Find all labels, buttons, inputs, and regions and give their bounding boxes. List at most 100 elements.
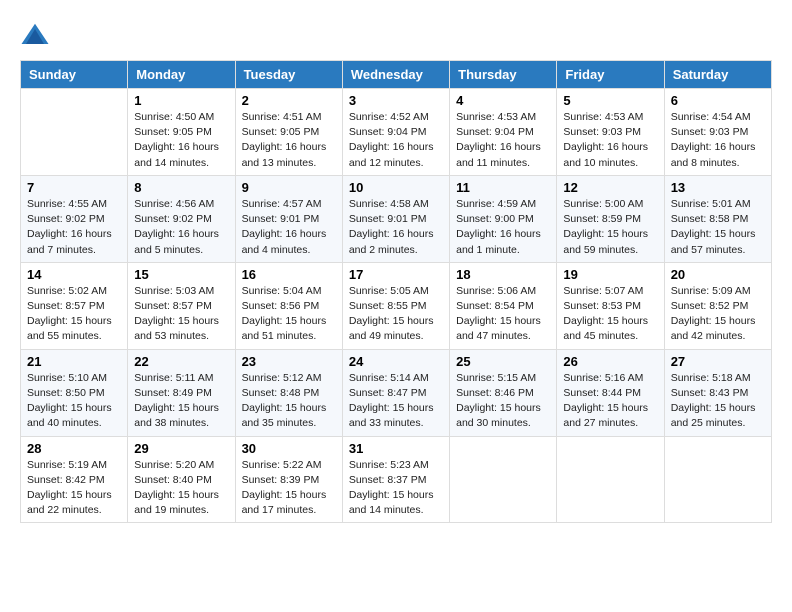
day-info: Sunrise: 5:16 AMSunset: 8:44 PMDaylight:… (563, 371, 657, 432)
day-number: 21 (27, 354, 121, 369)
day-info: Sunrise: 4:52 AMSunset: 9:04 PMDaylight:… (349, 110, 443, 171)
day-number: 1 (134, 93, 228, 108)
day-info: Sunrise: 4:56 AMSunset: 9:02 PMDaylight:… (134, 197, 228, 258)
day-info: Sunrise: 5:01 AMSunset: 8:58 PMDaylight:… (671, 197, 765, 258)
page-header (20, 20, 772, 50)
day-number: 25 (456, 354, 550, 369)
day-number: 15 (134, 267, 228, 282)
empty-cell (557, 436, 664, 523)
calendar-day-cell: 14 Sunrise: 5:02 AMSunset: 8:57 PMDayligh… (21, 262, 128, 349)
logo (20, 20, 54, 50)
day-info: Sunrise: 5:09 AMSunset: 8:52 PMDaylight:… (671, 284, 765, 345)
calendar-day-cell: 30Sunrise: 5:22 AMSunset: 8:39 PMDayligh… (235, 436, 342, 523)
day-number: 24 (349, 354, 443, 369)
day-number: 9 (242, 180, 336, 195)
calendar-day-cell: 23 Sunrise: 5:12 AMSunset: 8:48 PMDayligh… (235, 349, 342, 436)
calendar-day-cell: 13 Sunrise: 5:01 AMSunset: 8:58 PMDayligh… (664, 175, 771, 262)
day-info: Sunrise: 5:07 AMSunset: 8:53 PMDaylight:… (563, 284, 657, 345)
calendar-header-row: SundayMondayTuesdayWednesdayThursdayFrid… (21, 61, 772, 89)
calendar-day-cell: 22Sunrise: 5:11 AMSunset: 8:49 PMDayligh… (128, 349, 235, 436)
day-info: Sunrise: 5:03 AMSunset: 8:57 PMDaylight:… (134, 284, 228, 345)
day-info: Sunrise: 4:51 AMSunset: 9:05 PMDaylight:… (242, 110, 336, 171)
day-info: Sunrise: 5:05 AMSunset: 8:55 PMDaylight:… (349, 284, 443, 345)
day-number: 11 (456, 180, 550, 195)
column-header-saturday: Saturday (664, 61, 771, 89)
day-info: Sunrise: 4:58 AMSunset: 9:01 PMDaylight:… (349, 197, 443, 258)
day-info: Sunrise: 5:18 AMSunset: 8:43 PMDaylight:… (671, 371, 765, 432)
day-info: Sunrise: 5:20 AMSunset: 8:40 PMDaylight:… (134, 458, 228, 519)
day-info: Sunrise: 5:14 AMSunset: 8:47 PMDaylight:… (349, 371, 443, 432)
column-header-thursday: Thursday (450, 61, 557, 89)
column-header-tuesday: Tuesday (235, 61, 342, 89)
day-info: Sunrise: 4:57 AMSunset: 9:01 PMDaylight:… (242, 197, 336, 258)
calendar-day-cell: 28Sunrise: 5:19 AMSunset: 8:42 PMDayligh… (21, 436, 128, 523)
column-header-wednesday: Wednesday (342, 61, 449, 89)
calendar-day-cell: 9 Sunrise: 4:57 AMSunset: 9:01 PMDaylight… (235, 175, 342, 262)
calendar-day-cell: 24 Sunrise: 5:14 AMSunset: 8:47 PMDayligh… (342, 349, 449, 436)
empty-cell (21, 89, 128, 176)
calendar-week-row: 14 Sunrise: 5:02 AMSunset: 8:57 PMDayligh… (21, 262, 772, 349)
calendar-day-cell: 25 Sunrise: 5:15 AMSunset: 8:46 PMDayligh… (450, 349, 557, 436)
day-number: 14 (27, 267, 121, 282)
calendar-day-cell: 19 Sunrise: 5:07 AMSunset: 8:53 PMDayligh… (557, 262, 664, 349)
day-number: 12 (563, 180, 657, 195)
calendar-day-cell: 12 Sunrise: 5:00 AMSunset: 8:59 PMDayligh… (557, 175, 664, 262)
day-number: 2 (242, 93, 336, 108)
day-info: Sunrise: 5:15 AMSunset: 8:46 PMDaylight:… (456, 371, 550, 432)
day-number: 8 (134, 180, 228, 195)
calendar-day-cell: 3Sunrise: 4:52 AMSunset: 9:04 PMDaylight… (342, 89, 449, 176)
calendar-week-row: 7 Sunrise: 4:55 AMSunset: 9:02 PMDaylight… (21, 175, 772, 262)
day-info: Sunrise: 5:00 AMSunset: 8:59 PMDaylight:… (563, 197, 657, 258)
calendar-day-cell: 17 Sunrise: 5:05 AMSunset: 8:55 PMDayligh… (342, 262, 449, 349)
column-header-monday: Monday (128, 61, 235, 89)
day-number: 5 (563, 93, 657, 108)
day-number: 4 (456, 93, 550, 108)
day-info: Sunrise: 4:53 AMSunset: 9:03 PMDaylight:… (563, 110, 657, 171)
day-number: 22 (134, 354, 228, 369)
calendar-day-cell: 26 Sunrise: 5:16 AMSunset: 8:44 PMDayligh… (557, 349, 664, 436)
empty-cell (664, 436, 771, 523)
day-info: Sunrise: 4:50 AMSunset: 9:05 PMDaylight:… (134, 110, 228, 171)
calendar-day-cell: 1 Sunrise: 4:50 AMSunset: 9:05 PMDaylight… (128, 89, 235, 176)
calendar-day-cell: 4Sunrise: 4:53 AMSunset: 9:04 PMDaylight… (450, 89, 557, 176)
calendar-day-cell: 18 Sunrise: 5:06 AMSunset: 8:54 PMDayligh… (450, 262, 557, 349)
calendar-week-row: 21 Sunrise: 5:10 AMSunset: 8:50 PMDayligh… (21, 349, 772, 436)
day-number: 31 (349, 441, 443, 456)
calendar-day-cell: 16Sunrise: 5:04 AMSunset: 8:56 PMDayligh… (235, 262, 342, 349)
calendar-day-cell: 2 Sunrise: 4:51 AMSunset: 9:05 PMDaylight… (235, 89, 342, 176)
calendar-day-cell: 21 Sunrise: 5:10 AMSunset: 8:50 PMDayligh… (21, 349, 128, 436)
calendar-day-cell: 11 Sunrise: 4:59 AMSunset: 9:00 PMDayligh… (450, 175, 557, 262)
calendar-week-row: 1 Sunrise: 4:50 AMSunset: 9:05 PMDaylight… (21, 89, 772, 176)
day-info: Sunrise: 4:59 AMSunset: 9:00 PMDaylight:… (456, 197, 550, 258)
day-number: 20 (671, 267, 765, 282)
calendar-table: SundayMondayTuesdayWednesdayThursdayFrid… (20, 60, 772, 523)
calendar-day-cell: 29 Sunrise: 5:20 AMSunset: 8:40 PMDayligh… (128, 436, 235, 523)
day-number: 18 (456, 267, 550, 282)
day-number: 13 (671, 180, 765, 195)
day-info: Sunrise: 4:55 AMSunset: 9:02 PMDaylight:… (27, 197, 121, 258)
day-info: Sunrise: 4:54 AMSunset: 9:03 PMDaylight:… (671, 110, 765, 171)
calendar-day-cell: 7 Sunrise: 4:55 AMSunset: 9:02 PMDaylight… (21, 175, 128, 262)
calendar-day-cell: 20 Sunrise: 5:09 AMSunset: 8:52 PMDayligh… (664, 262, 771, 349)
day-info: Sunrise: 5:02 AMSunset: 8:57 PMDaylight:… (27, 284, 121, 345)
day-number: 16 (242, 267, 336, 282)
calendar-week-row: 28Sunrise: 5:19 AMSunset: 8:42 PMDayligh… (21, 436, 772, 523)
day-info: Sunrise: 5:06 AMSunset: 8:54 PMDaylight:… (456, 284, 550, 345)
day-number: 6 (671, 93, 765, 108)
column-header-friday: Friday (557, 61, 664, 89)
calendar-day-cell: 27Sunrise: 5:18 AMSunset: 8:43 PMDayligh… (664, 349, 771, 436)
day-number: 30 (242, 441, 336, 456)
day-number: 23 (242, 354, 336, 369)
day-info: Sunrise: 5:10 AMSunset: 8:50 PMDaylight:… (27, 371, 121, 432)
day-number: 17 (349, 267, 443, 282)
day-info: Sunrise: 5:12 AMSunset: 8:48 PMDaylight:… (242, 371, 336, 432)
calendar-day-cell: 15 Sunrise: 5:03 AMSunset: 8:57 PMDayligh… (128, 262, 235, 349)
day-number: 19 (563, 267, 657, 282)
logo-icon (20, 20, 50, 50)
empty-cell (450, 436, 557, 523)
day-number: 26 (563, 354, 657, 369)
day-number: 29 (134, 441, 228, 456)
day-info: Sunrise: 5:23 AMSunset: 8:37 PMDaylight:… (349, 458, 443, 519)
day-number: 7 (27, 180, 121, 195)
calendar-day-cell: 10Sunrise: 4:58 AMSunset: 9:01 PMDayligh… (342, 175, 449, 262)
